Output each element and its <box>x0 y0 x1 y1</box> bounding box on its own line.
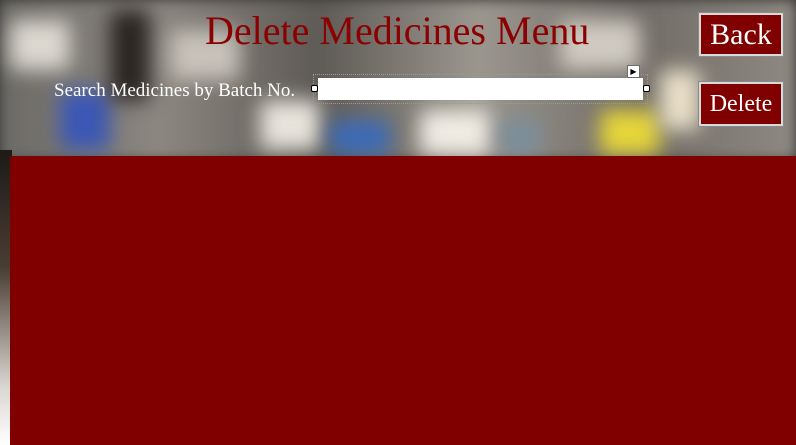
page-title: Delete Medicines Menu <box>205 8 590 53</box>
delete-button[interactable]: Delete <box>698 81 784 127</box>
resize-handle-left[interactable] <box>311 85 318 92</box>
batch-search-input[interactable] <box>318 78 643 100</box>
search-label: Search Medicines by Batch No. <box>54 80 296 101</box>
back-button[interactable]: Back <box>698 12 784 57</box>
search-field-container: ▶ <box>311 65 650 104</box>
smart-tag-arrow-icon[interactable]: ▶ <box>627 65 640 78</box>
resize-handle-right[interactable] <box>643 85 650 92</box>
medicines-grid[interactable] <box>10 156 796 445</box>
